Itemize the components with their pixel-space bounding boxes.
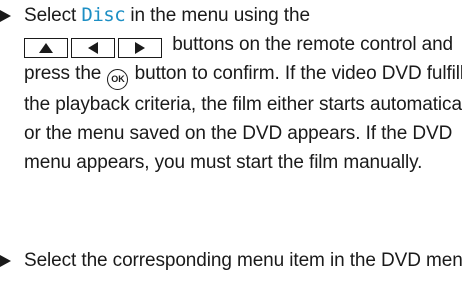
arrow-left-key-icon — [71, 38, 115, 58]
arrow-right-key-icon — [118, 38, 162, 58]
bullet-triangle-icon — [0, 255, 11, 267]
arrow-up-key-icon — [24, 38, 68, 58]
instruction-step-2: Select the corresponding menu item in th… — [0, 246, 462, 275]
bullet-triangle-icon — [0, 10, 11, 22]
remote-key-row — [24, 38, 165, 58]
step-1-text-lead: Select — [24, 5, 82, 26]
step-1-text-after-term: in the menu using the — [125, 5, 310, 26]
instruction-document: Select Disc in the menu using the button… — [0, 0, 462, 302]
ok-button-icon: OK — [107, 69, 129, 90]
instruction-step-1: Select Disc in the menu using the button… — [0, 1, 462, 177]
menu-term-disc: Disc — [81, 4, 126, 26]
step-2-text: Select the corresponding menu item in th… — [24, 250, 462, 271]
